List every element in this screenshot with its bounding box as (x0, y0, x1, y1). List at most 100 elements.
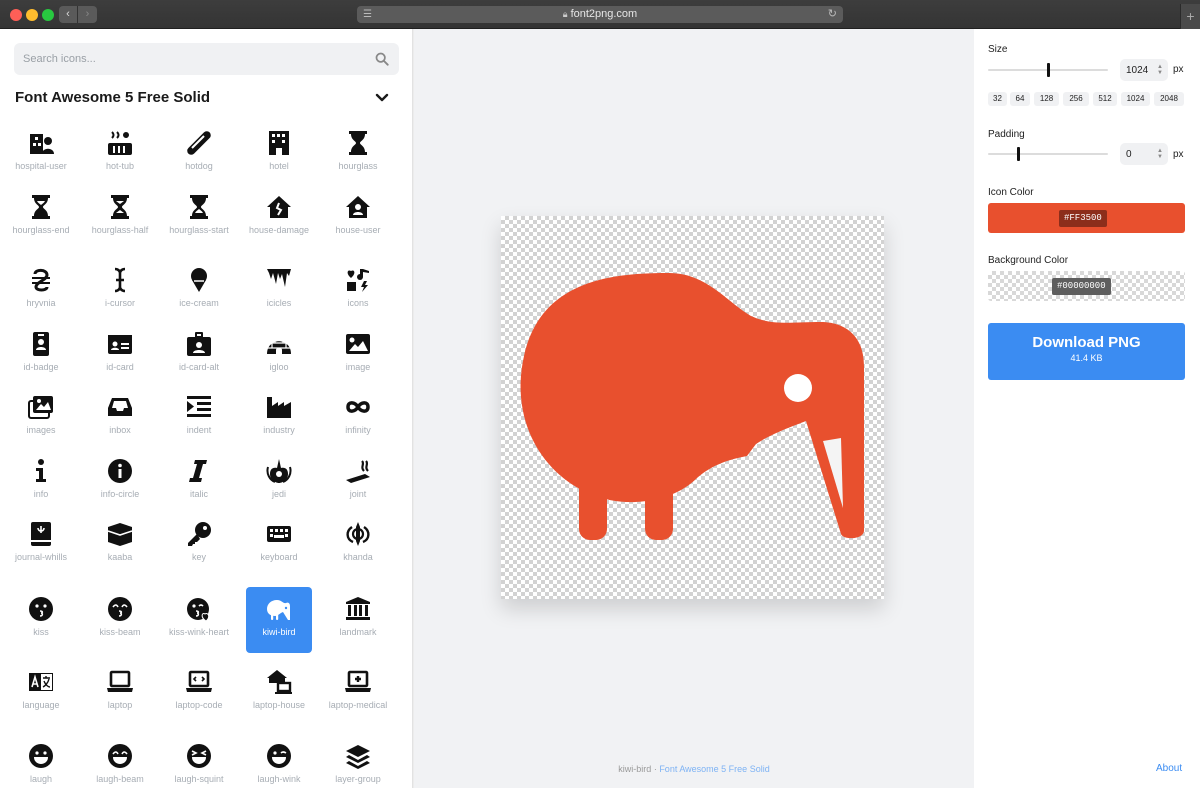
icon-tile-house-user[interactable]: house-user (325, 185, 391, 251)
icon-tile-laugh-wink[interactable]: laugh-wink (246, 734, 312, 788)
icon-tile-image[interactable]: image (325, 322, 391, 388)
icon-tile-igloo[interactable]: igloo (246, 322, 312, 388)
icon-tile-icicles[interactable]: icicles (246, 258, 312, 324)
icon-tile-i-cursor[interactable]: i-cursor (87, 258, 153, 324)
icon-tile-landmark[interactable]: landmark (325, 587, 391, 653)
padding-spin-arrows-icon[interactable]: ▲ ▼ (1157, 148, 1163, 160)
image-icon (345, 331, 371, 357)
icon-tile-label: house-damage (248, 225, 310, 235)
icon-tile-hourglass-start[interactable]: hourglass-start (166, 185, 232, 251)
icon-tile-inbox[interactable]: inbox (87, 385, 153, 451)
icon-tile-kiss-beam[interactable]: kiss-beam (87, 587, 153, 653)
address-bar[interactable]: ☰ 🔒︎ font2png.com ↻ (357, 6, 843, 23)
collection-link[interactable]: Font Awesome 5 Free Solid (659, 764, 769, 774)
icon-tile-language[interactable]: language (8, 660, 74, 726)
padding-slider[interactable] (988, 147, 1108, 161)
padding-input[interactable] (1120, 143, 1156, 165)
size-preset-button[interactable]: 32 (988, 92, 1007, 106)
icon-tile-ice-cream[interactable]: ice-cream (166, 258, 232, 324)
size-input[interactable] (1120, 59, 1156, 81)
icon-tile-laugh[interactable]: laugh (8, 734, 74, 788)
icon-tile-kiss[interactable]: kiss (8, 587, 74, 653)
new-tab-button[interactable]: + (1180, 4, 1200, 29)
icon-tile-kiwi-bird[interactable]: kiwi-bird (246, 587, 312, 653)
icon-tile-label: language (22, 700, 60, 710)
background-color-picker[interactable]: #00000000 (988, 271, 1185, 301)
icon-tile-images[interactable]: images (8, 385, 74, 451)
chevron-down-icon (375, 93, 389, 102)
landmark-icon (345, 596, 371, 622)
id-card-icon (107, 331, 133, 357)
industry-icon (266, 394, 292, 420)
icon-tile-id-card-alt[interactable]: id-card-alt (166, 322, 232, 388)
size-slider[interactable] (988, 63, 1108, 77)
icon-tile-hourglass-half[interactable]: hourglass-half (87, 185, 153, 251)
size-preset-button[interactable]: 512 (1093, 92, 1117, 106)
search-icon[interactable] (375, 52, 389, 66)
icon-tile-laptop-medical[interactable]: laptop-medical (325, 660, 391, 726)
icon-tile-hotdog[interactable]: hotdog (166, 121, 232, 187)
icon-tile-info[interactable]: info (8, 449, 74, 515)
size-preset-button[interactable]: 2048 (1154, 92, 1184, 106)
icon-tile-hourglass-end[interactable]: hourglass-end (8, 185, 74, 251)
icon-tile-hot-tub[interactable]: hot-tub (87, 121, 153, 187)
size-preset-button[interactable]: 1024 (1121, 92, 1150, 106)
icon-tile-laugh-beam[interactable]: laugh-beam (87, 734, 153, 788)
info-icon (28, 458, 54, 484)
icon-tile-key[interactable]: key (166, 512, 232, 578)
about-link[interactable]: About (1156, 763, 1182, 774)
size-spin-arrows-icon[interactable]: ▲ ▼ (1157, 64, 1163, 76)
icon-tile-joint[interactable]: joint (325, 449, 391, 515)
laptop-icon (107, 669, 133, 695)
icon-tile-kiss-wink-heart[interactable]: kiss-wink-heart (166, 587, 232, 653)
icon-tile-info-circle[interactable]: info-circle (87, 449, 153, 515)
reload-icon[interactable]: ↻ (828, 6, 837, 23)
forward-button[interactable]: › (78, 6, 97, 23)
icon-tile-hospital-user[interactable]: hospital-user (8, 121, 74, 187)
icon-tile-journal-whills[interactable]: journal-whills (8, 512, 74, 578)
icon-tile-id-badge[interactable]: id-badge (8, 322, 74, 388)
collection-select[interactable]: Font Awesome 5 Free Solid (15, 87, 393, 109)
hryvnia-icon (28, 267, 54, 293)
icon-tile-khanda[interactable]: khanda (325, 512, 391, 578)
icon-tile-label: laugh-beam (96, 774, 144, 784)
icon-tile-laptop-code[interactable]: laptop-code (166, 660, 232, 726)
download-png-button[interactable]: Download PNG 41.4 KB (988, 323, 1185, 380)
icon-tile-laptop-house[interactable]: laptop-house (246, 660, 312, 726)
icon-tile-laugh-squint[interactable]: laugh-squint (166, 734, 232, 788)
icon-tile-kaaba[interactable]: kaaba (87, 512, 153, 578)
icon-tile-industry[interactable]: industry (246, 385, 312, 451)
size-preset-button[interactable]: 256 (1063, 92, 1089, 106)
icon-tile-infinity[interactable]: infinity (325, 385, 391, 451)
icon-tile-laptop[interactable]: laptop (87, 660, 153, 726)
icon-tile-hryvnia[interactable]: hryvnia (8, 258, 74, 324)
icon-tile-label: kaaba (107, 552, 133, 562)
journal-whills-icon (28, 521, 54, 547)
back-button[interactable]: ‹ (59, 6, 78, 23)
size-preset-button[interactable]: 128 (1034, 92, 1059, 106)
icon-tile-indent[interactable]: indent (166, 385, 232, 451)
icon-tile-italic[interactable]: italic (166, 449, 232, 515)
icon-tile-id-card[interactable]: id-card (87, 322, 153, 388)
icon-tile-keyboard[interactable]: keyboard (246, 512, 312, 578)
icon-tile-icons[interactable]: icons (325, 258, 391, 324)
icon-tile-label: hourglass (338, 161, 378, 171)
icon-tile-hourglass[interactable]: hourglass (325, 121, 391, 187)
reader-menu-icon[interactable]: ☰ (363, 6, 372, 23)
kaaba-icon (107, 521, 133, 547)
padding-slider-thumb[interactable] (1017, 147, 1020, 161)
size-slider-thumb[interactable] (1047, 63, 1050, 77)
icon-tile-label: laptop-house (252, 700, 306, 710)
zoom-window-button[interactable] (42, 9, 54, 21)
minimize-window-button[interactable] (26, 9, 38, 21)
icon-tile-layer-group[interactable]: layer-group (325, 734, 391, 788)
close-window-button[interactable] (10, 9, 22, 21)
icon-tile-hotel[interactable]: hotel (246, 121, 312, 187)
size-preset-button[interactable]: 64 (1010, 92, 1030, 106)
icon-tile-house-damage[interactable]: house-damage (246, 185, 312, 251)
joint-icon (345, 458, 371, 484)
laptop-code-icon (186, 669, 212, 695)
icon-color-picker[interactable]: #FF3500 (988, 203, 1185, 233)
search-input[interactable] (14, 43, 364, 75)
icon-tile-jedi[interactable]: jedi (246, 449, 312, 515)
